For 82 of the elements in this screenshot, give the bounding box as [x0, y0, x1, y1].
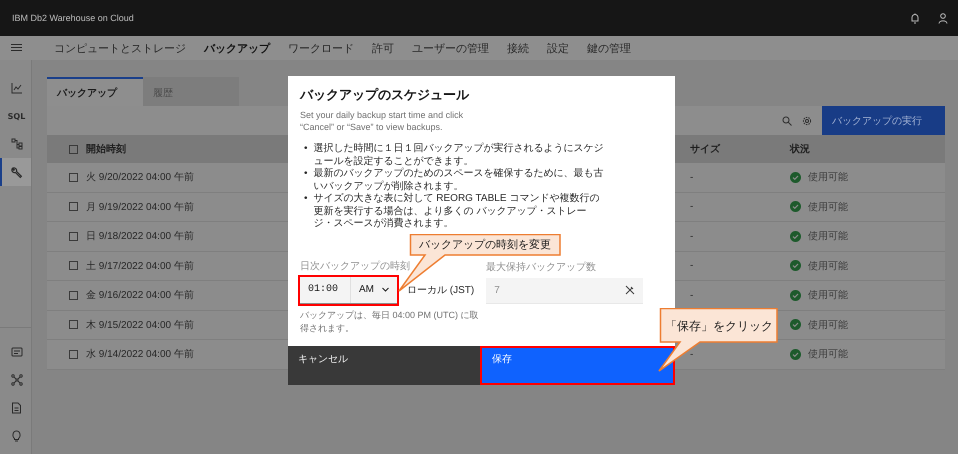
bullet-text: 最新のバックアップのためのスペースを確保するために、最も古いバックアップが削除されます。 [314, 168, 604, 192]
bullet-mark: • [304, 168, 308, 180]
callout-text: バックアップの時刻を変更 [419, 238, 551, 252]
checkbox[interactable] [69, 232, 78, 241]
wrench-icon [10, 166, 23, 178]
dialog-title: バックアップのスケジュール [300, 86, 470, 104]
check-circle-icon [790, 172, 801, 183]
edit-off-icon [625, 285, 636, 295]
bullet-mark: • [304, 143, 308, 156]
table-cell-text: 土 9/17/2022 04:00 午前 [86, 260, 194, 273]
table-cell-text: - [689, 230, 694, 242]
lightbulb-icon [11, 430, 22, 442]
table-cell-text: - [689, 348, 694, 360]
bullet-text: サイズの大きな表に対して REORG TABLE コマンドや複数行の更新を実行する場合は、より多くの バックアップ・ストレージ・スペースが消費されます。 [314, 193, 600, 230]
timezone-label: ローカル (JST) [407, 284, 474, 297]
table-cell-text: - [689, 172, 694, 183]
check-circle-icon [790, 201, 801, 212]
sidebar-item[interactable]: SQL [0, 102, 31, 130]
bullet-text: 選択した時間に１日１回バックアップが実行されるようにスケジュールを設定することができます。 [314, 143, 604, 168]
product-title: IBM Db2 Warehouse on Cloud [12, 13, 135, 23]
checkbox[interactable] [69, 320, 78, 330]
nav-item[interactable]: 鍵の管理 [587, 40, 631, 56]
menu-icon[interactable] [10, 44, 22, 52]
bullet-mark: • [304, 193, 308, 206]
status-text: 使用可能 [808, 260, 848, 273]
dialog-subtitle: Set your daily backup start time and click “Cancel” or “Save” to view backups. [300, 109, 464, 133]
save-button[interactable]: 保存 [482, 348, 673, 383]
notification-icon[interactable] [910, 12, 920, 24]
sidebar-item[interactable] [0, 158, 31, 186]
check-circle-icon [790, 348, 801, 360]
checkbox[interactable] [69, 350, 78, 359]
check-circle-icon [790, 290, 801, 301]
nav-item[interactable]: 設定 [547, 40, 569, 56]
status-text: 使用可能 [808, 318, 848, 332]
column-header[interactable]: 状況 [790, 142, 945, 156]
table-cell-text: 水 9/14/2022 04:00 午前 [86, 348, 194, 362]
table-cell-text: 月 9/19/2022 04:00 午前 [86, 200, 194, 214]
settings-icon[interactable] [802, 116, 812, 126]
chevron-down-icon [382, 287, 389, 292]
checkbox[interactable] [69, 172, 78, 182]
nav-item[interactable]: 許可 [372, 40, 394, 56]
panel-icon [10, 346, 22, 358]
status-text: 使用可能 [808, 348, 848, 362]
helper-text: バックアップは、毎日 04:00 PM (UTC) に取得されます。 [300, 308, 480, 334]
checkbox[interactable] [69, 290, 78, 300]
tab[interactable]: バックアップ [47, 77, 143, 106]
search-icon[interactable] [782, 116, 792, 126]
table-cell-text: - [689, 201, 694, 212]
table-cell-text: 金 9/16/2022 04:00 午前 [86, 289, 194, 302]
nav-item[interactable]: コンピュートとストレージ [54, 40, 186, 56]
check-circle-icon [790, 260, 801, 272]
table-cell-text: 火 9/20/2022 04:00 午前 [86, 170, 194, 184]
hierarchy-icon [10, 138, 22, 150]
field-label: 日次バックアップの時刻 [300, 260, 411, 272]
table-cell-text: 日 9/18/2022 04:00 午前 [86, 230, 194, 244]
nav-item[interactable]: ワークロード [288, 40, 354, 56]
column-header[interactable]: 開始時刻 [86, 142, 126, 156]
check-circle-icon [790, 230, 801, 242]
checkbox[interactable] [69, 144, 78, 154]
table-cell-text: 木 9/15/2022 04:00 午前 [86, 318, 194, 332]
field-label: 最大保持バックアップ数 [486, 260, 598, 274]
nav-item[interactable]: ユーザーの管理 [412, 40, 489, 56]
status-text: 使用可能 [808, 200, 848, 214]
checkbox[interactable] [69, 202, 78, 212]
callout-text: 「保存」をクリック [665, 318, 773, 335]
status-text: 使用可能 [808, 170, 848, 184]
nav-item[interactable]: バックアップ [204, 40, 270, 56]
nav-item[interactable]: 接続 [507, 40, 529, 56]
chart-icon [10, 82, 22, 94]
table-cell-text: - [689, 260, 694, 272]
status-text: 使用可能 [808, 288, 848, 302]
user-icon[interactable] [938, 12, 948, 24]
table-cell-text: - [689, 290, 694, 301]
cancel-button[interactable]: キャンセル [288, 346, 480, 385]
status-text: 使用可能 [808, 230, 848, 244]
network-icon [10, 374, 22, 386]
check-circle-icon [790, 319, 801, 330]
time-field[interactable]: 01:00 [300, 284, 350, 295]
checkbox[interactable] [69, 261, 78, 270]
column-header[interactable]: サイズ [674, 142, 790, 156]
run-backup-button[interactable]: バックアップの実行 [822, 106, 945, 135]
document-icon [11, 402, 22, 414]
